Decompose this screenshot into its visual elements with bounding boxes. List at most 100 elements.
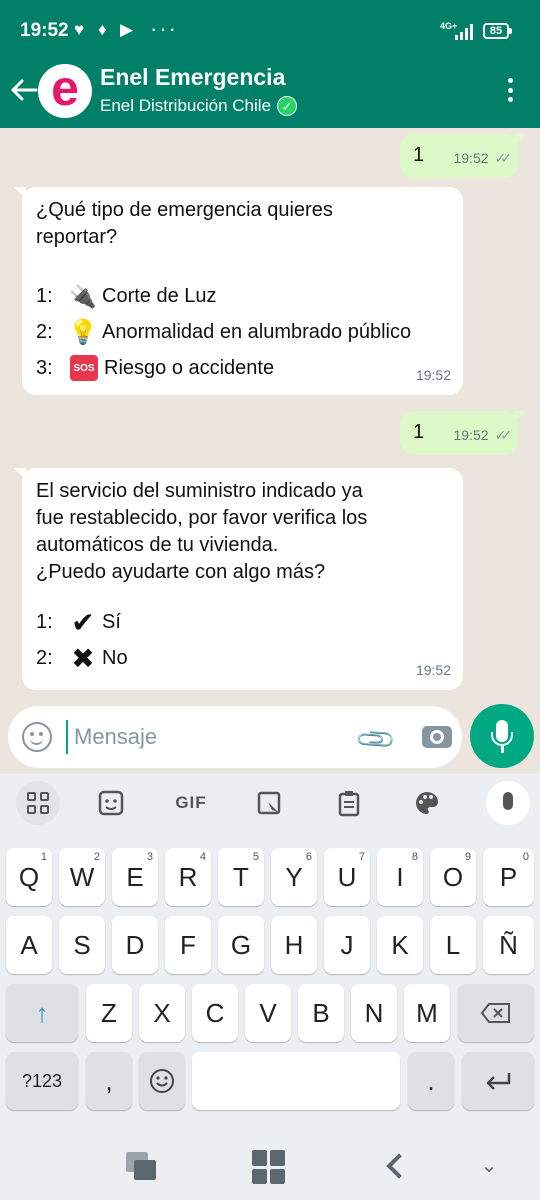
message-incoming[interactable]: ¿Qué tipo de emergencia quieres reportar… [14, 187, 463, 395]
double-check-icon: ✓✓ [494, 427, 513, 443]
key-d[interactable]: D [112, 916, 158, 974]
key-v[interactable]: V [245, 984, 291, 1042]
key-r[interactable]: R4 [165, 848, 211, 906]
verified-check-icon: ✓ [277, 96, 298, 116]
hide-keyboard-icon[interactable]: ⌄ [478, 1154, 500, 1178]
message-meta: 19:52 ✓✓ [453, 422, 513, 449]
key-u[interactable]: U7 [324, 848, 370, 906]
composer-bar: 📎 [8, 706, 462, 768]
attach-icon[interactable]: 📎 [354, 717, 399, 762]
message-text: 1 [413, 421, 425, 443]
voice-message-button[interactable] [470, 704, 534, 768]
option-number: 2: [36, 646, 53, 669]
option-label: Riesgo o accidente [104, 356, 275, 379]
key-t[interactable]: T5 [218, 848, 264, 906]
key-y[interactable]: Y6 [271, 848, 317, 906]
more-dots-icon: ··· [150, 16, 178, 41]
key-o[interactable]: O9 [430, 848, 476, 906]
message-line: ¿Puedo ayudarte con algo más? [36, 561, 326, 583]
recent-apps-icon[interactable] [126, 1152, 156, 1180]
symbols-key[interactable]: ?123 [6, 1052, 78, 1110]
cross-icon: ✖ [71, 642, 95, 674]
message-time: 19:52 [453, 427, 489, 443]
key-l[interactable]: L [430, 916, 476, 974]
screenshot-icon[interactable] [254, 788, 284, 818]
option-item: 2: 💡 Anormalidad en alumbrado público [36, 314, 449, 350]
camera-icon[interactable] [422, 726, 452, 748]
key-g[interactable]: G [218, 916, 264, 974]
key-w[interactable]: W2 [59, 848, 105, 906]
key-s[interactable]: S [59, 916, 105, 974]
double-check-icon: ✓✓ [494, 150, 513, 166]
emoji-icon[interactable] [22, 722, 52, 752]
backspace-key[interactable] [458, 984, 534, 1042]
message-input[interactable] [66, 720, 346, 754]
shift-key[interactable]: ↑ [6, 984, 78, 1042]
message-line: automáticos de tu vivienda. [36, 534, 279, 556]
emoji-key[interactable] [139, 1052, 185, 1110]
enter-key[interactable] [462, 1052, 534, 1110]
backspace-icon [480, 1003, 510, 1023]
key-h[interactable]: H [271, 916, 317, 974]
key-n-tilde[interactable]: Ñ [483, 916, 534, 974]
bulb-icon: 💡 [68, 318, 98, 346]
option-label: Anormalidad en alumbrado público [102, 320, 412, 343]
option-number: 1: [36, 284, 53, 307]
option-item: 1: 🔌 Corte de Luz [36, 278, 449, 314]
back-arrow-icon[interactable] [10, 78, 38, 102]
option-item: 1: ✔ Sí [36, 604, 449, 640]
message-meta: 19:52 ✓✓ [453, 145, 513, 172]
key-i[interactable]: I8 [377, 848, 423, 906]
gif-button[interactable]: GIF [174, 788, 208, 818]
option-item: 2: ✖ No [36, 640, 449, 676]
key-e[interactable]: E3 [112, 848, 158, 906]
home-icon[interactable] [252, 1150, 286, 1184]
enter-icon [486, 1073, 511, 1090]
clipboard-icon[interactable] [334, 788, 364, 818]
space-key[interactable] [192, 1052, 400, 1110]
message-incoming[interactable]: El servicio del suministro indicado ya f… [14, 468, 463, 690]
palette-icon[interactable] [412, 788, 442, 818]
heart-chat-icon: ♥ [74, 20, 85, 39]
signal-icon [455, 24, 475, 40]
chat-subtitle[interactable]: Enel Distribución Chile ✓ [100, 96, 298, 116]
option-label: No [102, 646, 128, 669]
status-bar: 19:52 ♥ ♦ ▶ ··· 4G+ 85 [0, 0, 540, 60]
status-time: 19:52 [20, 20, 69, 41]
key-b[interactable]: B [298, 984, 344, 1042]
sticker-icon[interactable] [96, 788, 126, 818]
key-c[interactable]: C [192, 984, 238, 1042]
message-outgoing[interactable]: 1 19:52 ✓✓ [400, 411, 526, 455]
system-nav-bar: ⌄ [0, 1136, 540, 1200]
chat-title[interactable]: Enel Emergencia [100, 64, 285, 91]
key-x[interactable]: X [139, 984, 185, 1042]
avatar[interactable]: e [38, 63, 92, 118]
message-time: 19:52 [415, 662, 451, 678]
key-q[interactable]: Q1 [6, 848, 52, 906]
message-line: El servicio del suministro indicado ya [36, 480, 363, 502]
key-p[interactable]: P0 [483, 848, 534, 906]
mic-icon [496, 720, 508, 742]
option-label: Sí [102, 610, 121, 633]
key-f[interactable]: F [165, 916, 211, 974]
option-label: Corte de Luz [102, 284, 217, 307]
keyboard-mic-icon[interactable] [486, 781, 530, 825]
key-k[interactable]: K [377, 916, 423, 974]
comma-key[interactable]: , [86, 1052, 132, 1110]
flame-icon: ♦ [98, 20, 107, 39]
key-j[interactable]: J [324, 916, 370, 974]
period-key[interactable]: . [408, 1052, 454, 1110]
key-m[interactable]: M [404, 984, 450, 1042]
emoji-key-icon [150, 1069, 174, 1093]
nav-back-icon[interactable] [384, 1150, 404, 1182]
message-outgoing[interactable]: 1 19:52 ✓✓ [400, 134, 526, 178]
option-number: 1: [36, 610, 53, 633]
overflow-menu-icon[interactable] [500, 76, 520, 104]
sos-icon: SOS [70, 355, 98, 381]
key-a[interactable]: A [6, 916, 52, 974]
chat-area: 1 19:52 ✓✓ ¿Qué tipo de emergencia quier… [0, 128, 540, 774]
apps-grid-icon[interactable] [16, 781, 60, 825]
message-time: 19:52 [415, 367, 451, 383]
key-z[interactable]: Z [86, 984, 132, 1042]
key-n[interactable]: N [351, 984, 397, 1042]
